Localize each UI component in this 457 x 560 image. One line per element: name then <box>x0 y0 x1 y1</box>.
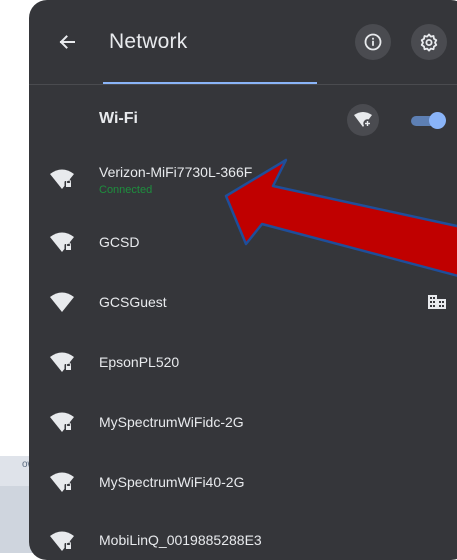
header-divider <box>29 84 457 85</box>
wifi-lock-icon <box>50 412 74 432</box>
wifi-label: Wi-Fi <box>99 110 138 127</box>
wifi-add-icon <box>354 112 372 128</box>
network-item-4[interactable]: MySpectrumWiFidc-2G <box>29 394 457 450</box>
wifi-lock-icon <box>50 531 74 551</box>
toggle-thumb <box>429 112 446 129</box>
network-name: GCSD <box>99 234 140 250</box>
info-icon <box>364 33 382 51</box>
network-item-1[interactable]: GCSD <box>29 214 457 270</box>
wifi-lock-icon <box>50 472 74 492</box>
add-network-button[interactable] <box>347 104 379 136</box>
network-name: Verizon-MiFi7730L-366F <box>99 164 253 180</box>
network-item-5[interactable]: MySpectrumWiFi40-2G <box>29 454 457 510</box>
network-panel: Network Wi-Fi Verizon-MiFi7730L-366F Con… <box>29 0 457 560</box>
wifi-lock-icon <box>50 352 74 372</box>
wifi-lock-icon <box>50 232 74 252</box>
arrow-left-icon <box>59 35 75 49</box>
network-item-6[interactable]: MobiLinQ_0019885288E3 <box>29 514 457 560</box>
network-name: MySpectrumWiFi40-2G <box>99 474 245 490</box>
back-button[interactable] <box>53 28 81 56</box>
network-status: Connected <box>99 184 153 196</box>
network-name: MySpectrumWiFidc-2G <box>99 414 244 430</box>
network-name: GCSGuest <box>99 294 167 310</box>
network-item-2[interactable]: GCSGuest <box>29 274 457 330</box>
wifi-toggle[interactable] <box>407 110 447 130</box>
wifi-section-header: Wi-Fi <box>29 96 457 144</box>
building-icon <box>428 295 446 309</box>
wifi-lock-icon <box>50 169 74 189</box>
header: Network <box>29 0 457 86</box>
network-item-0[interactable]: Verizon-MiFi7730L-366F Connected <box>29 152 457 208</box>
info-button[interactable] <box>355 24 391 60</box>
page-title: Network <box>109 30 188 53</box>
settings-button[interactable] <box>411 24 447 60</box>
network-name: EpsonPL520 <box>99 354 180 370</box>
gear-icon <box>420 33 438 52</box>
network-item-3[interactable]: EpsonPL520 <box>29 334 457 390</box>
network-name: MobiLinQ_0019885288E3 <box>99 532 262 548</box>
wifi-icon <box>50 292 74 312</box>
